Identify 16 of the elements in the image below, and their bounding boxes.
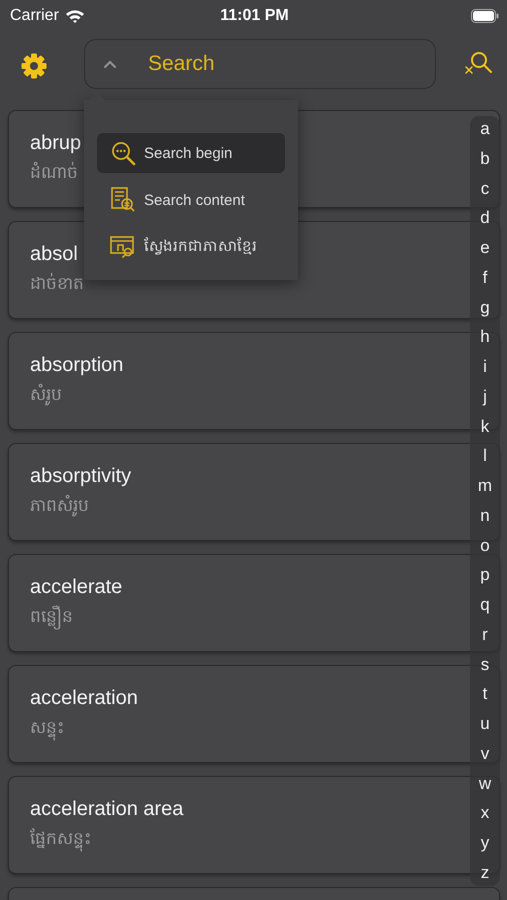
word-text: absorptivity [30,465,132,488]
word-text: accelerate [30,576,122,599]
status-time: 11:01 PM [220,7,289,25]
word-text: acceleration area [30,798,184,821]
translation-text: ផ្នែកសន្ទុះ [30,827,91,852]
word-text: absorption [30,354,124,377]
translation-text: ភាពសំរូប [30,494,89,518]
word-text: absol [30,243,78,266]
translation-text: សន្ទុះ [30,716,64,741]
word-text: acceleration [30,687,138,710]
translation-text: សំរូប [30,383,62,408]
translation-text: ដាច់ខាត [30,272,84,295]
word-text: abrup [30,132,82,155]
translation-text: ដំណាច់ [30,161,78,184]
carrier-label: Carrier [10,7,59,25]
translation-text: ពន្លឿន [30,605,73,630]
